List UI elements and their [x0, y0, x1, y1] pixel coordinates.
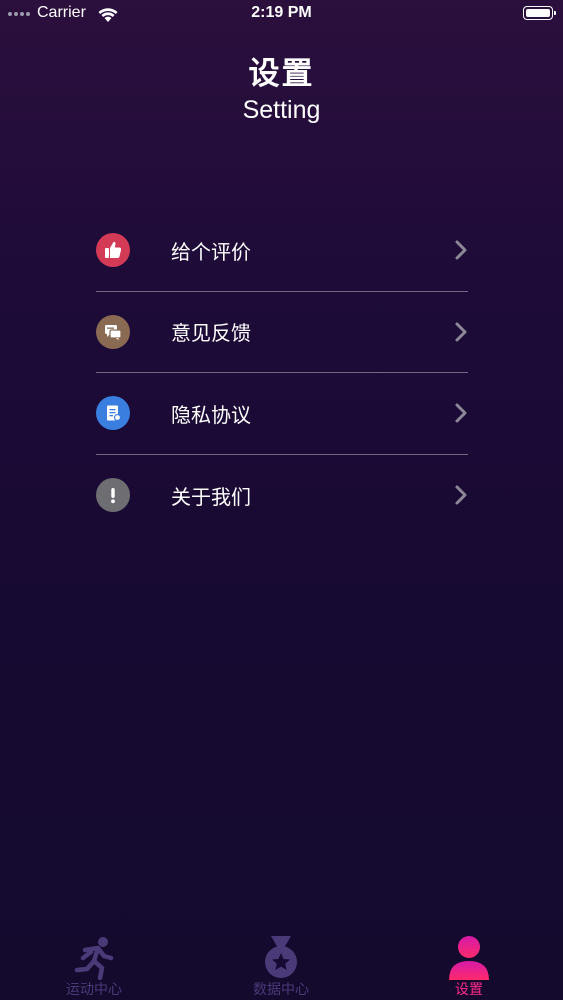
chevron-right-icon	[455, 240, 467, 260]
running-person-icon	[74, 937, 114, 980]
tab-label: 数据中心	[253, 982, 309, 998]
thumbs-up-icon	[96, 233, 130, 268]
page-subtitle: Setting	[242, 96, 321, 124]
menu-item-label: 隐私协议	[171, 402, 251, 427]
chevron-right-icon	[455, 403, 467, 423]
menu-item-label: 给个评价	[171, 239, 251, 264]
document-icon	[96, 396, 130, 431]
tab-label: 设置	[455, 982, 483, 998]
feedback-chat-icon	[96, 314, 130, 349]
tab-label: 运动中心	[66, 982, 122, 998]
tab-settings[interactable]: 设置	[399, 930, 539, 1000]
menu-item-feedback[interactable]: 意见反馈	[96, 292, 468, 373]
menu-item-privacy[interactable]: 隐私协议	[96, 373, 468, 455]
medal-icon	[265, 936, 297, 978]
chevron-right-icon	[455, 485, 467, 505]
menu-item-label: 关于我们	[171, 484, 251, 509]
exclamation-icon	[96, 478, 130, 513]
menu-item-about[interactable]: 关于我们	[96, 455, 468, 537]
tab-sport-center[interactable]: 运动中心	[24, 930, 164, 1000]
battery-icon	[523, 6, 556, 20]
status-time: 2:19 PM	[251, 4, 312, 21]
page-title: 设置	[248, 56, 315, 92]
chevron-right-icon	[455, 322, 467, 342]
menu-item-label: 意见反馈	[171, 321, 251, 346]
tab-data-center[interactable]: 数据中心	[211, 930, 351, 1000]
status-bar: Carrier 2:19 PM	[0, 0, 563, 28]
menu-item-rate[interactable]: 给个评价	[96, 210, 468, 292]
tab-bar: 运动中心 数据中心 设置	[0, 930, 563, 1000]
person-icon	[449, 936, 489, 980]
settings-menu: 给个评价 意见反馈 隐私协议 关于我们	[96, 210, 468, 536]
